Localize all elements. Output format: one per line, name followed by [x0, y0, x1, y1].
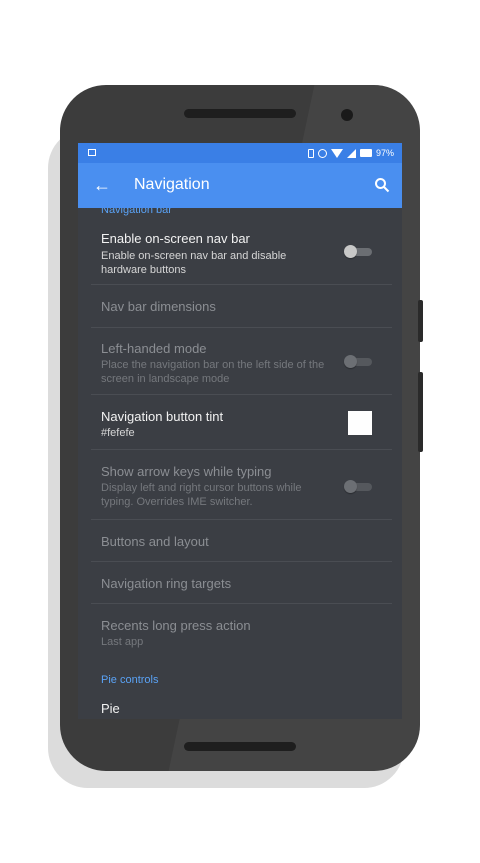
- pref-title: Navigation button tint: [101, 409, 224, 424]
- search-icon[interactable]: [374, 177, 390, 193]
- status-icons: 97%: [307, 147, 394, 159]
- pref-title: Enable on-screen nav bar: [101, 231, 250, 246]
- pref-title: Buttons and layout: [101, 534, 209, 549]
- battery-percentage: 97%: [375, 148, 394, 158]
- arrow-keys-toggle[interactable]: [344, 480, 372, 493]
- pref-title: Nav bar dimensions: [101, 299, 216, 314]
- preferences-list: Navigation bar Enable on-screen nav bar …: [78, 208, 402, 719]
- pref-title: Recents long press action: [101, 618, 251, 633]
- signal-icon: [346, 148, 356, 158]
- section-header-navigation-bar: Navigation bar: [101, 208, 172, 216]
- pref-show-arrow-keys[interactable]: Show arrow keys while typing Display lef…: [91, 450, 392, 520]
- status-bar: 97%: [78, 143, 402, 163]
- pref-summary: Last app: [101, 636, 144, 648]
- phone-screen: 97% ← Navigation Navigation bar Enable o…: [78, 143, 402, 719]
- image-notification-icon: [88, 149, 96, 156]
- alarm-icon: [317, 148, 327, 158]
- pref-nav-bar-dimensions[interactable]: Nav bar dimensions: [91, 285, 392, 328]
- pref-summary: Place the navigation bar on the left sid…: [101, 359, 325, 385]
- switch-thumb: [344, 355, 357, 368]
- section-header-pie-controls: Pie controls: [101, 674, 159, 686]
- earpiece-speaker: [184, 109, 296, 118]
- pref-buttons-and-layout[interactable]: Buttons and layout: [91, 520, 392, 562]
- switch-thumb: [344, 245, 357, 258]
- pref-summary: Display left and right cursor buttons wh…: [101, 482, 302, 508]
- pref-left-handed-mode[interactable]: Left-handed mode Place the navigation ba…: [91, 328, 392, 395]
- pref-navigation-button-tint[interactable]: Navigation button tint #fefefe: [91, 395, 392, 450]
- battery-icon: [359, 149, 372, 157]
- pref-recents-long-press[interactable]: Recents long press action Last app: [91, 604, 392, 660]
- pref-pie[interactable]: Pie: [91, 690, 392, 719]
- pref-enable-nav-bar[interactable]: Enable on-screen nav bar Enable on-scree…: [91, 218, 392, 285]
- app-bar-title: Navigation: [134, 176, 210, 193]
- enable-nav-bar-toggle[interactable]: [344, 245, 372, 258]
- pref-title: Show arrow keys while typing: [101, 464, 272, 479]
- pref-summary: #fefefe: [101, 427, 135, 439]
- switch-thumb: [344, 480, 357, 493]
- volume-button: [418, 372, 423, 452]
- pref-title: Left-handed mode: [101, 341, 207, 356]
- front-camera: [341, 109, 353, 121]
- pref-summary: Enable on-screen nav bar and disable har…: [101, 250, 287, 276]
- wifi-icon: [330, 148, 343, 158]
- pref-title: Navigation ring targets: [101, 576, 232, 591]
- tint-color-swatch[interactable]: [348, 411, 372, 435]
- back-arrow-icon[interactable]: ←: [92, 175, 112, 195]
- app-bar: ← Navigation: [78, 163, 402, 208]
- left-handed-mode-toggle[interactable]: [344, 355, 372, 368]
- power-button: [418, 300, 423, 342]
- pref-title: Pie: [101, 701, 120, 716]
- pref-navigation-ring-targets[interactable]: Navigation ring targets: [91, 562, 392, 604]
- bottom-speaker: [184, 742, 296, 751]
- vibrate-icon: [307, 148, 314, 158]
